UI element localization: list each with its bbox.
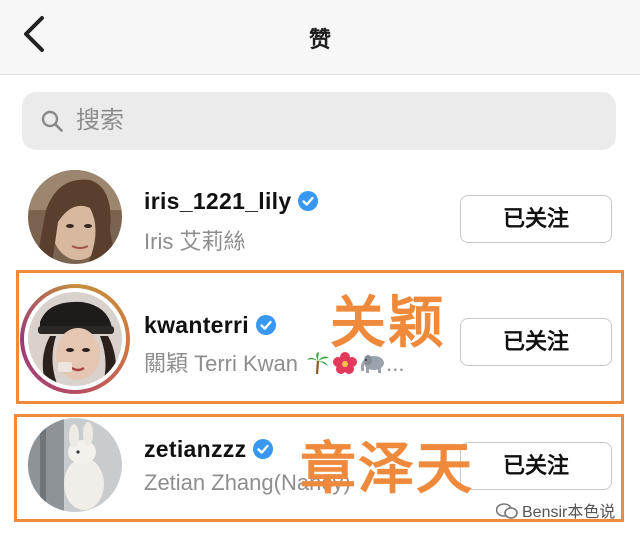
following-button[interactable]: 已关注	[460, 195, 612, 243]
list-item[interactable]: iris_1221_lily Iris 艾莉絲 已关注	[0, 162, 640, 272]
highlight-box-kwanterri	[16, 270, 624, 404]
verified-badge-icon	[298, 191, 319, 211]
search-input[interactable]	[76, 92, 596, 150]
username-text[interactable]: iris_1221_lily	[144, 188, 291, 214]
annotation-kwanterri: 关颖	[330, 291, 446, 354]
page-title: 赞	[308, 27, 331, 52]
watermark: Bensir本色说	[496, 498, 615, 522]
search-icon	[41, 110, 63, 132]
watermark-text: Bensir本色说	[522, 504, 616, 521]
annotation-zetianzzz: 章泽天	[300, 437, 474, 500]
username[interactable]: iris_1221_lily	[144, 188, 319, 215]
search-bar[interactable]	[22, 92, 616, 150]
header-bar: 赞	[0, 0, 640, 75]
full-name: Iris 艾莉絲	[144, 229, 246, 254]
wechat-icon	[496, 503, 518, 519]
avatar[interactable]	[28, 170, 122, 264]
